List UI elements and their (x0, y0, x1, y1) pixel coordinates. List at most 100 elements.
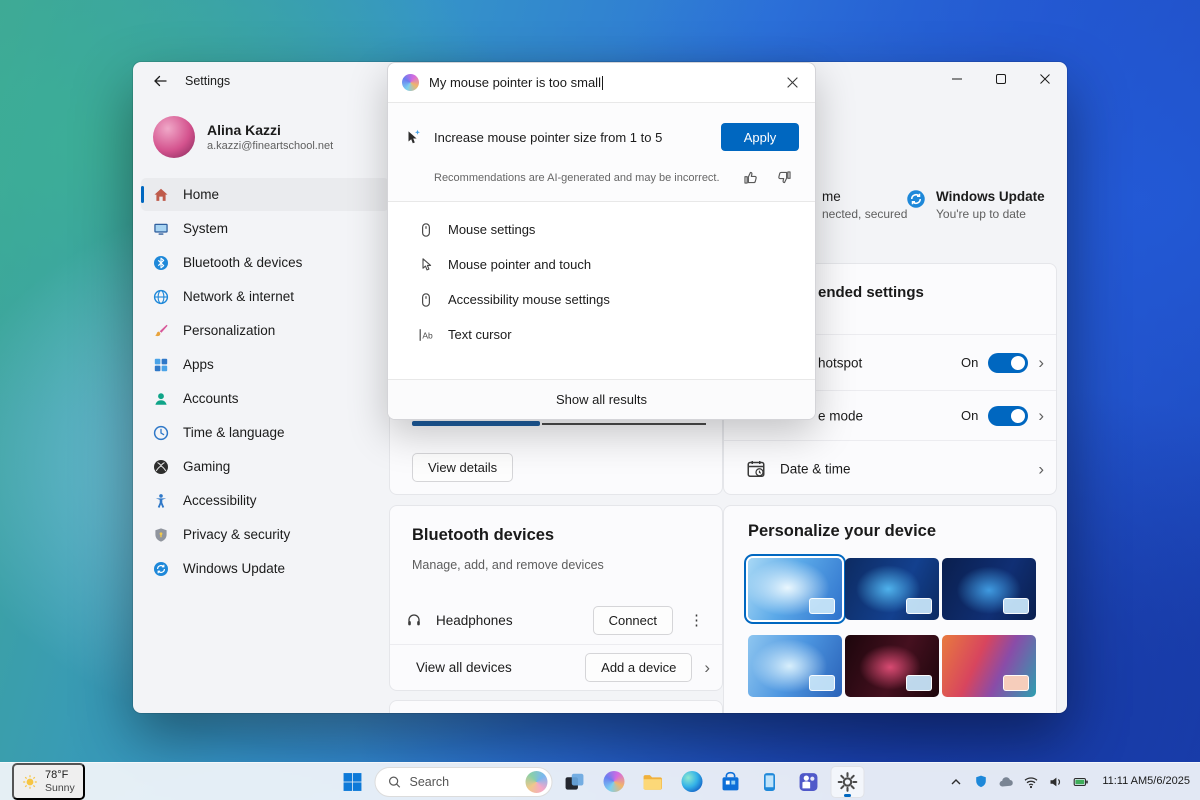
headphones-icon (406, 612, 422, 628)
back-arrow-icon (152, 73, 168, 89)
copilot-button[interactable] (597, 766, 631, 798)
sidebar-item-apps[interactable]: Apps (141, 348, 389, 381)
sidebar-item-gaming[interactable]: Gaming (141, 450, 389, 483)
search-results-list: Mouse settings Mouse pointer and touch A… (388, 202, 815, 362)
tray-overflow-button[interactable] (948, 774, 964, 790)
device-status-fragment: me nected, secured (822, 189, 907, 221)
sidebar-item-label: Windows Update (183, 561, 285, 576)
sidebar-item-home[interactable]: Home (141, 178, 389, 211)
windows-update-status[interactable]: Windows Update You're up to date (906, 189, 1045, 221)
show-all-results[interactable]: Show all results (388, 379, 815, 419)
wifi-tray-button[interactable] (1023, 774, 1039, 790)
more-options-icon[interactable]: ⋮ (683, 611, 710, 629)
text-caret (602, 76, 603, 90)
file-explorer-button[interactable] (636, 766, 670, 798)
system-tray: 11:11 AM 5/6/2025 (948, 763, 1190, 800)
close-button[interactable] (1023, 62, 1067, 96)
search-highlights-icon[interactable] (526, 771, 548, 793)
security-tray-button[interactable] (973, 774, 989, 790)
sidebar-item-network-internet[interactable]: Network & internet (141, 280, 389, 313)
sidebar-item-accessibility[interactable]: Accessibility (141, 484, 389, 517)
theme-thumbnail-5[interactable] (845, 635, 939, 697)
shield-icon (153, 527, 169, 543)
theme-thumbnail-3[interactable] (942, 558, 1036, 620)
onedrive-cloud-icon (998, 774, 1014, 790)
sidebar-item-time-language[interactable]: Time & language (141, 416, 389, 449)
result-text-cursor[interactable]: Ab Text cursor (388, 317, 815, 352)
sidebar-item-bluetooth-devices[interactable]: Bluetooth & devices (141, 246, 389, 279)
edge-button[interactable] (675, 766, 709, 798)
maximize-button[interactable] (979, 62, 1023, 96)
result-mouse-settings[interactable]: Mouse settings (388, 212, 815, 247)
windows-update-title: Windows Update (936, 189, 1045, 204)
sidebar-item-label: Accessibility (183, 493, 257, 508)
theme-thumbnails (748, 558, 1036, 697)
taskbar-search-box[interactable]: Search (375, 767, 553, 797)
sidebar-item-privacy-security[interactable]: Privacy & security (141, 518, 389, 551)
selected-indicator (141, 186, 144, 203)
add-device-button[interactable]: Add a device (585, 653, 692, 682)
recommended-row-date-time[interactable]: Date & time › (724, 440, 1056, 496)
pointer-sparkle-icon (404, 128, 422, 146)
teams-button[interactable] (792, 766, 826, 798)
search-flyout: My mouse pointer is too small Increase m… (387, 62, 816, 420)
phone-link-icon (759, 771, 781, 793)
view-details-button[interactable]: View details (412, 453, 513, 482)
hotspot-toggle[interactable] (988, 353, 1028, 373)
view-all-devices-label: View all devices (416, 660, 512, 675)
theme-thumbnail-1-selected[interactable] (748, 558, 842, 620)
theme-thumbnail-6[interactable] (942, 635, 1036, 697)
clock-widget[interactable]: 11:11 AM 5/6/2025 (1098, 774, 1190, 789)
bluetooth-device-row: Headphones Connect ⋮ (406, 598, 710, 642)
mode-toggle[interactable] (988, 406, 1028, 426)
bluetooth-card-title: Bluetooth devices (412, 526, 554, 545)
battery-icon (1073, 774, 1089, 790)
avatar (153, 116, 195, 158)
weather-widget[interactable]: 78°F Sunny (12, 763, 85, 800)
onedrive-tray-button[interactable] (998, 774, 1014, 790)
result-mouse-pointer-touch[interactable]: Mouse pointer and touch (388, 247, 815, 282)
connection-status-fragment: nected, secured (822, 207, 907, 221)
profile-name: Alina Kazzi (207, 122, 333, 138)
volume-tray-button[interactable] (1048, 774, 1064, 790)
view-all-devices-row[interactable]: View all devices Add a device › (390, 644, 722, 690)
battery-tray-button[interactable] (1073, 774, 1089, 790)
edge-icon (681, 771, 702, 792)
speaker-icon (1048, 774, 1064, 790)
search-input[interactable]: My mouse pointer is too small (388, 63, 815, 103)
windows-update-status-text: You're up to date (936, 207, 1045, 221)
sidebar-item-windows-update[interactable]: Windows Update (141, 552, 389, 585)
globe-icon (153, 289, 169, 305)
window-title: Settings (185, 74, 230, 88)
copilot-search-icon (402, 74, 419, 91)
theme-thumbnail-2[interactable] (845, 558, 939, 620)
back-button[interactable] (145, 68, 175, 94)
wifi-icon (1023, 774, 1039, 790)
personalize-title: Personalize your device (748, 522, 936, 541)
sidebar-item-label: Bluetooth & devices (183, 255, 302, 270)
sidebar-item-accounts[interactable]: Accounts (141, 382, 389, 415)
user-profile[interactable]: Alina Kazzi a.kazzi@fineartschool.net (141, 108, 389, 166)
task-view-icon (564, 771, 586, 793)
task-view-button[interactable] (558, 766, 592, 798)
security-shield-icon (973, 774, 989, 790)
close-search-button[interactable] (777, 68, 807, 98)
result-accessibility-mouse[interactable]: Accessibility mouse settings (388, 282, 815, 317)
theme-thumbnail-4[interactable] (748, 635, 842, 697)
connect-button[interactable]: Connect (593, 606, 673, 635)
teams-icon (798, 771, 820, 793)
microsoft-store-button[interactable] (714, 766, 748, 798)
system-icon (153, 221, 169, 237)
apply-button[interactable]: Apply (721, 123, 799, 151)
start-button[interactable] (336, 766, 370, 798)
sidebar-item-personalization[interactable]: Personalization (141, 314, 389, 347)
search-icon (388, 775, 402, 789)
store-icon (720, 771, 742, 793)
minimize-button[interactable] (935, 62, 979, 96)
phone-link-button[interactable] (753, 766, 787, 798)
thumbs-up-button[interactable] (741, 169, 759, 187)
sidebar-item-system[interactable]: System (141, 212, 389, 245)
row-label-fragment: e mode (818, 408, 863, 423)
settings-button[interactable] (831, 766, 865, 798)
thumbs-down-button[interactable] (775, 169, 793, 187)
